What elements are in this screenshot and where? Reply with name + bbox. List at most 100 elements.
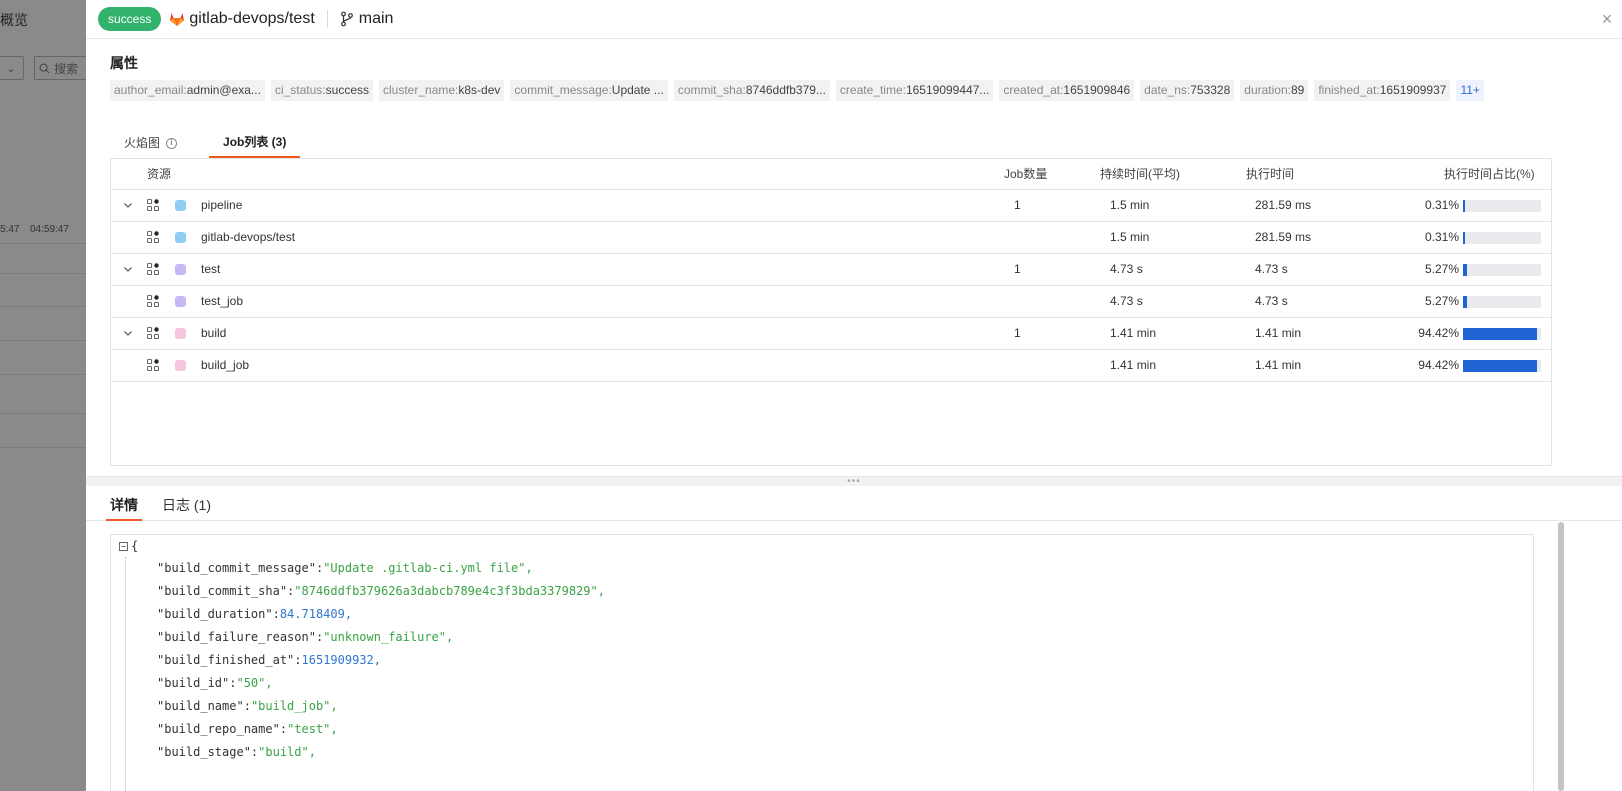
collapse-icon[interactable]: − [119,541,128,551]
chevron-down-icon[interactable] [121,326,135,340]
column-resource: 资源 [147,167,172,181]
json-value: "8746ddfb379626a3dabcb789e4c3f3bda337982… [294,584,598,598]
json-value: "build_job" [250,699,331,713]
job-count: 1 [1014,198,1021,212]
ratio-bar [1463,360,1541,372]
json-root: − { [119,539,138,553]
background-divider [0,413,86,414]
json-value: "Update .gitlab-ci.yml file" [323,561,526,575]
resource-color-dot [175,264,186,275]
json-line: "build_commit_sha":"8746ddfb379626a3dabc… [157,581,605,601]
property-tag[interactable]: commit_sha:8746ddfb379... [673,80,830,101]
tab-logs[interactable]: 日志 (1) [158,491,215,521]
table-row[interactable]: build_job 1.41 min 1.41 min 94.42% [111,350,1551,382]
json-value: 84.718409 [279,607,345,621]
resource-name: test_job [201,294,244,308]
background-time-0: 5:47 [0,224,20,235]
resource-grid-icon [147,231,159,243]
branch-icon [340,11,353,27]
chevron-down-icon: ⌄ [6,62,16,75]
property-tag-key: cluster_name: [383,83,459,97]
property-tag-key: commit_message: [514,83,612,97]
exec-ratio: 0.31% [1424,198,1459,212]
resource-color-dot [175,328,186,339]
json-key: "build_repo_name" [157,722,280,736]
property-tag[interactable]: author_email:admin@exa... [110,80,265,101]
resource-name: pipeline [201,198,243,212]
ratio-bar [1463,296,1541,308]
ratio-bar-fill [1463,360,1537,372]
exec-time: 4.73 s [1255,294,1288,308]
property-tag[interactable]: ci_status:success [270,80,373,101]
json-comma: , [597,584,605,598]
resize-handle[interactable]: ••• [86,476,1622,487]
json-indent-guide [125,557,126,791]
duration-avg: 1.5 min [1110,198,1150,212]
ratio-bar-fill [1463,296,1467,308]
duration-avg: 1.41 min [1110,358,1157,372]
tab-job-list[interactable]: Job列表 (3) [209,128,301,158]
ratio-bar [1463,328,1541,340]
property-tag[interactable]: finished_at:1651909937 [1314,80,1451,101]
job-table: 资源 Job数量 持续时间(平均) 执行时间 执行时间占比(%) pipelin… [110,158,1552,466]
exec-ratio: 94.42% [1418,326,1459,340]
property-tag-key: created_at: [1003,83,1064,97]
table-row[interactable]: test 1 4.73 s 4.73 s 5.27% [111,254,1551,286]
property-tag[interactable]: duration:89 [1240,80,1309,101]
search-icon [39,63,50,73]
pipeline-detail-drawer: success gitlab-devops/test main × 属性 aut… [86,0,1622,791]
resource-color-dot [175,200,186,211]
json-key: "build_finished_at" [157,653,295,667]
json-comma: , [446,630,454,644]
background-divider [0,306,86,307]
background-divider [0,273,86,274]
property-tag[interactable]: cluster_name:k8s-dev [379,80,505,101]
property-tag-key: duration: [1244,83,1291,97]
json-key: "build_duration" [157,607,273,621]
resource-color-dot [175,232,186,243]
json-key: "build_commit_sha" [157,584,288,598]
exec-ratio: 5.27% [1424,262,1459,276]
table-row[interactable]: gitlab-devops/test 1.5 min 281.59 ms 0.31% [111,222,1551,254]
json-comma: , [330,722,338,736]
table-row[interactable]: test_job 4.73 s 4.73 s 5.27% [111,286,1551,318]
tab-flame-graph[interactable]: 火焰图 i [110,128,191,158]
json-value: 1651909932 [301,653,374,667]
property-tag-key: finished_at: [1318,83,1380,97]
property-tag-value: 753328 [1190,83,1231,97]
property-tag-key: commit_sha: [677,83,746,97]
table-row[interactable]: build 1 1.41 min 1.41 min 94.42% [111,318,1551,350]
resource-grid-icon [147,359,159,371]
json-value: "unknown_failure" [323,630,447,644]
property-tag-value: admin@exa... [186,83,261,97]
json-comma: , [344,607,353,621]
gitlab-icon [170,13,185,26]
chevron-down-icon[interactable] [121,262,135,276]
property-tag[interactable]: commit_message:Update ... [510,80,668,101]
ratio-bar-fill [1463,232,1465,244]
property-tag[interactable]: date_ns:753328 [1140,80,1235,101]
property-tag[interactable]: created_at:1651909846 [999,80,1135,101]
property-tag[interactable]: create_time:16519099447... [835,80,994,101]
tab-details[interactable]: 详情 [106,491,142,521]
table-row[interactable]: pipeline 1 1.5 min 281.59 ms 0.31% [111,190,1551,222]
background-search-input[interactable]: 搜索 [34,56,86,80]
chevron-down-icon[interactable] [121,198,135,212]
close-button[interactable]: × [1596,8,1618,30]
json-key: "build_id" [157,676,230,690]
drawer-header: success gitlab-devops/test main × [86,0,1622,39]
scrollbar-thumb[interactable] [1558,522,1564,791]
vertical-scrollbar[interactable] [1556,520,1566,791]
more-tags-button[interactable]: 11+ [1456,80,1484,101]
background-time-1: 04:59:47 [30,224,69,235]
json-colon: : [279,722,288,736]
background-divider [0,374,86,375]
json-comma: , [265,676,273,690]
property-tag-value: success [325,83,369,97]
background-select[interactable]: ⌄ [0,56,24,80]
background-page: 概览 ⌄ 搜索 5:47 04:59:47 [0,0,86,791]
exec-time: 1.41 min [1255,326,1302,340]
json-line: "build_duration":84.718409, [157,604,352,624]
json-open-brace: { [131,539,139,553]
json-line: "build_repo_name":"test", [157,719,338,739]
